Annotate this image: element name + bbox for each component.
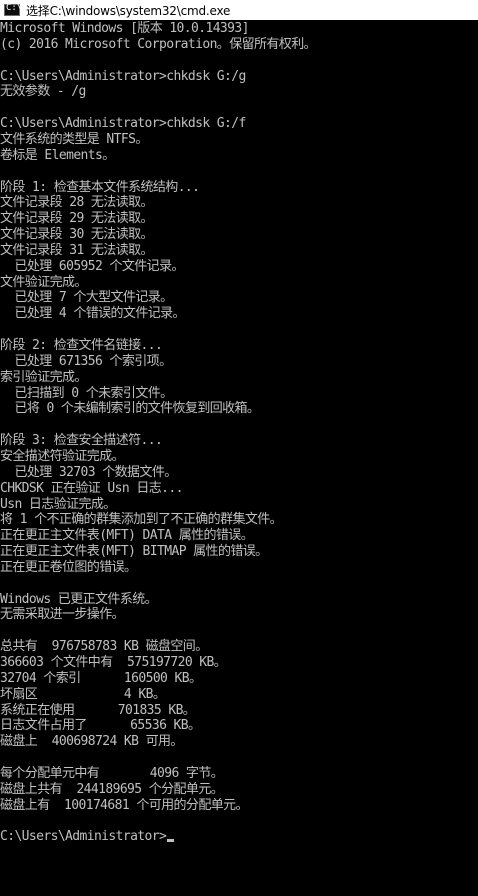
console-line: 正在更正卷位图的错误。 (0, 559, 137, 575)
console-line: 安全描述符验证完成。 (0, 448, 125, 464)
console-line: 磁盘上共有 244189695 个分配单元。 (0, 781, 224, 797)
console-line: 磁盘上 400698724 KB 可用。 (0, 734, 183, 750)
console-line: 文件系统的类型是 NTFS。 (0, 131, 148, 147)
console-line: 每个分配单元中有 4096 字节。 (0, 765, 224, 781)
console-line: Windows 已更正文件系统。 (0, 591, 158, 607)
console-line: 366603 个文件中有 575197720 KB。 (0, 655, 227, 670)
console-line: 已处理 4 个错误的文件记录。 (0, 306, 185, 322)
text-cursor (167, 839, 175, 843)
console-line: 已处理 671356 个索引项。 (0, 353, 172, 369)
console-line: 32704 个索引 160500 KB。 (0, 670, 202, 686)
console-line: 正在更正主文件表(MFT) DATA 属性的错误。 (0, 528, 254, 544)
console-line: 已处理 32703 个数据文件。 (0, 464, 177, 480)
console-line: 系统正在使用 701835 KB。 (0, 702, 196, 718)
console-line: Microsoft Windows [版本 10.0.14393] (0, 21, 249, 36)
console-output[interactable]: Microsoft Windows [版本 10.0.14393] (c) 201… (0, 21, 478, 896)
console-line: C:\Users\Administrator>chkdsk G:/f (0, 116, 246, 132)
cmd-window: C:\ 选择C:\windows\system32\cmd.exe Micros… (0, 0, 478, 896)
console-line: (c) 2016 Microsoft Corporation。保留所有权利。 (0, 36, 317, 52)
console-line: 已处理 7 个大型文件记录。 (0, 290, 173, 306)
console-line: 无效参数 - /g (0, 84, 86, 100)
console-line: 坏扇区 4 KB。 (0, 686, 166, 702)
console-line: 文件记录段 29 无法读取。 (0, 211, 154, 227)
prompt-text: C:\Users\Administrator> (0, 829, 167, 845)
console-line: 将 1 个不正确的群集添加到了不正确的群集文件。 (0, 512, 283, 528)
console-line: Usn 日志验证完成。 (0, 496, 116, 512)
command-prompt-line[interactable]: C:\Users\Administrator> (0, 829, 175, 845)
console-line: 文件记录段 30 无法读取。 (0, 227, 154, 243)
console-line: 磁盘上有 100174681 个可用的分配单元。 (0, 797, 249, 813)
title-bar[interactable]: C:\ 选择C:\windows\system32\cmd.exe (0, 0, 478, 20)
console-line: 总共有 976758783 KB 磁盘空间。 (0, 639, 208, 655)
console-line: 无需采取进一步操作。 (0, 607, 125, 623)
console-line: CHKDSK 正在验证 Usn 日志... (0, 480, 183, 496)
console-line: 已扫描到 0 个未索引文件。 (0, 385, 173, 401)
console-line: 日志文件占用了 65536 KB。 (0, 718, 201, 734)
console-line: 阶段 2: 检查文件名链接... (0, 338, 163, 353)
console-line: 阶段 1: 检查基本文件系统结构... (0, 179, 200, 195)
console-line: 已将 0 个未编制索引的文件恢复到回收箱。 (0, 401, 260, 417)
console-line: 文件记录段 31 无法读取。 (0, 242, 154, 258)
cmd-icon: C:\ (4, 3, 22, 16)
console-line: 正在更正主文件表(MFT) BITMAP 属性的错误。 (0, 544, 268, 560)
console-line: 文件验证完成。 (0, 274, 87, 290)
console-line: C:\Users\Administrator>chkdsk G:/g (0, 68, 246, 84)
console-line: 卷标是 Elements。 (0, 147, 115, 163)
console-line: 索引验证完成。 (0, 369, 87, 385)
console-line: 已处理 605952 个文件记录。 (0, 258, 184, 274)
window-title: 选择C:\windows\system32\cmd.exe (26, 3, 231, 18)
console-line: 阶段 3: 检查安全描述符... (0, 433, 163, 449)
console-line: 文件记录段 28 无法读取。 (0, 195, 154, 211)
